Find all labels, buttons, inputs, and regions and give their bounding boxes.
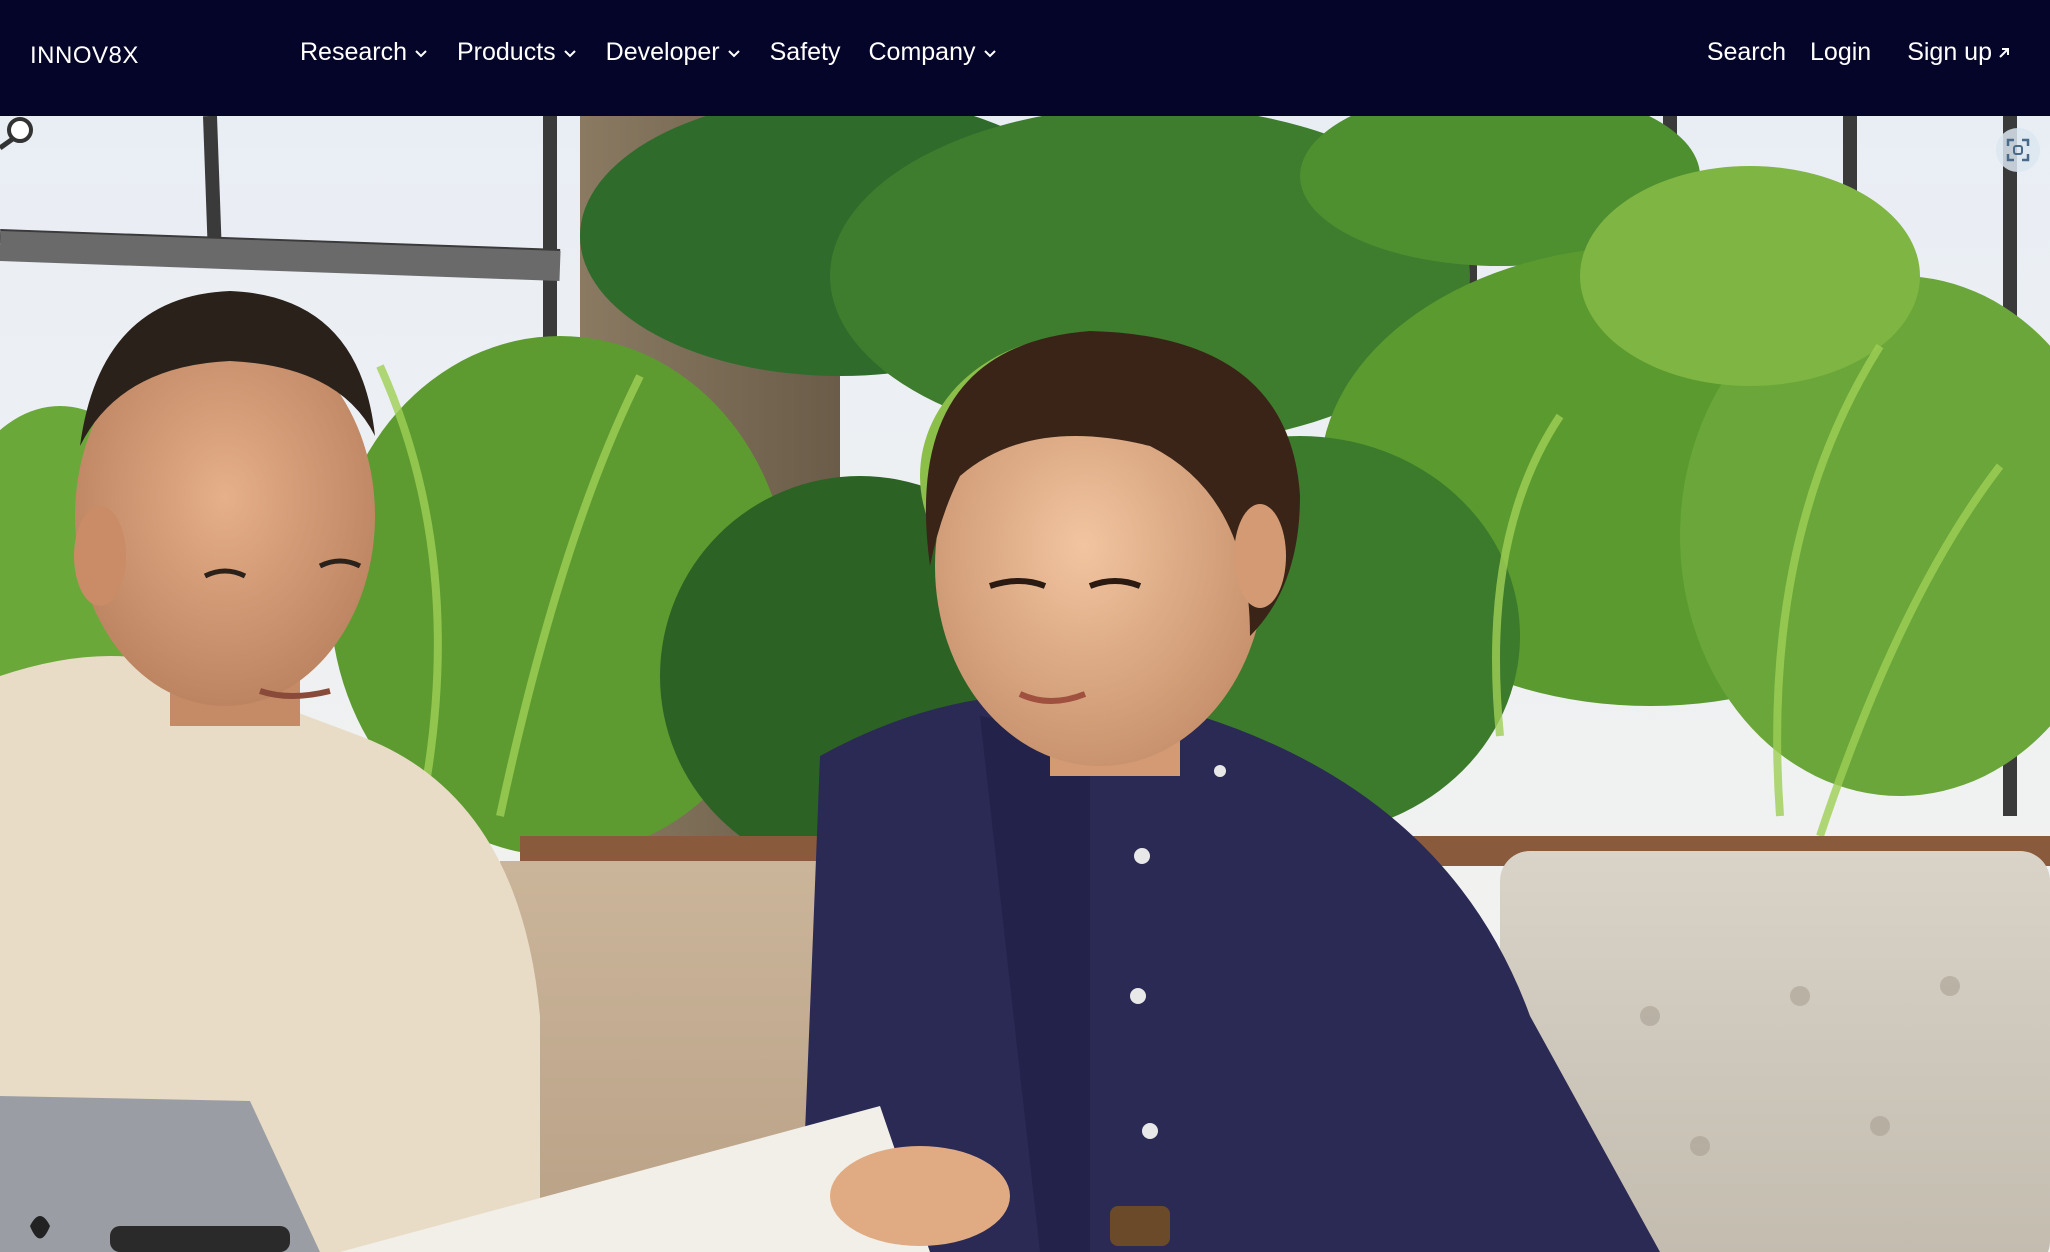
search-link[interactable]: Search (1707, 38, 1786, 67)
brand-logo[interactable]: INNOV8X (30, 42, 139, 70)
nav-actions: Search Login Sign up (1683, 38, 2012, 67)
nav-item-label: Safety (769, 38, 841, 66)
corner-handle-icon (0, 117, 33, 151)
chevron-down-icon (727, 49, 740, 57)
chevron-down-icon (983, 49, 996, 57)
nav-item-label: Company (868, 38, 976, 66)
hero-photo-illustration (0, 116, 2050, 1252)
chevron-down-icon (415, 49, 427, 57)
top-navigation: INNOV8X Research Products Developer Safe… (0, 0, 2050, 116)
main-nav: Research Products Developer Safety Compa… (300, 38, 1026, 67)
nav-item-developer[interactable]: Developer (606, 38, 742, 67)
nav-item-research[interactable]: Research (300, 38, 429, 67)
chevron-down-icon (563, 49, 576, 57)
nav-item-label: Developer (605, 38, 720, 66)
signup-label: Sign up (1907, 38, 1992, 66)
hero-image (0, 116, 2050, 1252)
expand-icon (2006, 138, 2030, 162)
nav-item-safety[interactable]: Safety (770, 38, 841, 67)
external-arrow-icon (1999, 47, 2009, 58)
login-link[interactable]: Login (1810, 38, 1871, 67)
signup-link[interactable]: Sign up (1907, 38, 2012, 67)
nav-item-label: Research (300, 38, 407, 66)
nav-item-company[interactable]: Company (869, 38, 998, 67)
expand-image-button[interactable] (1996, 128, 2040, 172)
nav-item-label: Products (457, 38, 556, 66)
nav-item-products[interactable]: Products (457, 38, 578, 67)
page: INNOV8X Research Products Developer Safe… (0, 0, 2050, 1252)
